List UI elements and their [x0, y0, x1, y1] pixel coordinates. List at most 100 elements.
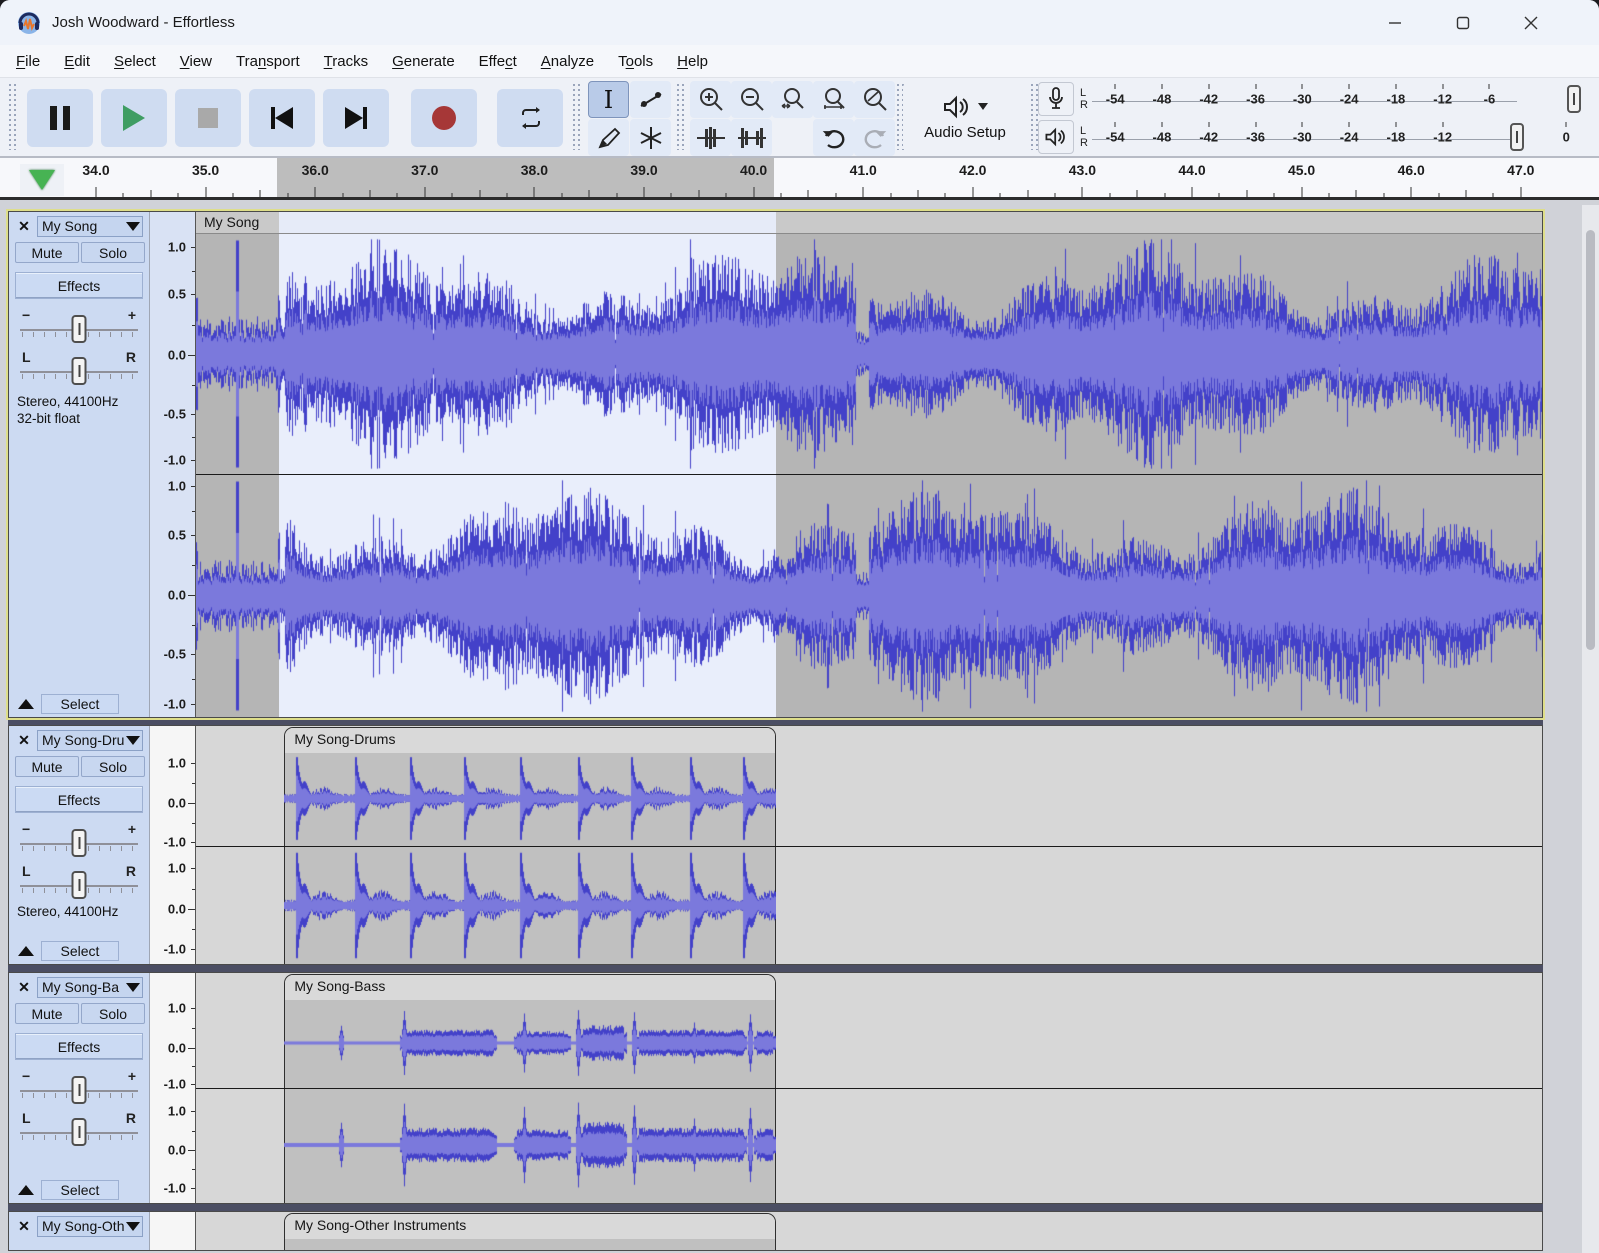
meter-volume-slider-handle[interactable] — [1510, 123, 1524, 151]
fit-project-button[interactable] — [813, 81, 854, 118]
toolbar-grip[interactable] — [572, 84, 581, 150]
menu-transport[interactable]: Transport — [224, 49, 312, 74]
menu-view[interactable]: View — [168, 49, 224, 74]
pan-slider-handle[interactable] — [72, 871, 87, 899]
track2-select-button[interactable]: Select — [41, 941, 119, 961]
track1-wave-area[interactable]: My Song — [195, 212, 1542, 717]
track1-close-button[interactable]: ✕ — [13, 216, 35, 236]
menu-analyze[interactable]: Analyze — [529, 49, 606, 74]
track4-close-button[interactable]: ✕ — [13, 1216, 35, 1236]
menu-file[interactable]: File — [4, 49, 52, 74]
track2-close-button[interactable]: ✕ — [13, 730, 35, 750]
track4-clip-title[interactable]: My Song-Other Instruments — [294, 1217, 466, 1233]
track-separator[interactable] — [8, 965, 1543, 972]
menu-tracks[interactable]: Tracks — [312, 49, 380, 74]
track4-name-menu[interactable]: My Song-Oth — [37, 1216, 143, 1237]
track2-waveform-right[interactable] — [284, 847, 776, 964]
menu-select[interactable]: Select — [102, 49, 168, 74]
track2-pan-slider[interactable]: L R — [20, 867, 138, 897]
menu-generate[interactable]: Generate — [380, 49, 467, 74]
play-button[interactable] — [101, 89, 167, 147]
track2-solo-button[interactable]: Solo — [81, 756, 145, 777]
track1-waveform-right[interactable] — [196, 475, 1542, 717]
track3-clip-title[interactable]: My Song-Bass — [294, 978, 385, 994]
track3-mute-button[interactable]: Mute — [15, 1003, 79, 1024]
maximize-button[interactable] — [1440, 6, 1486, 39]
track2-mute-button[interactable]: Mute — [15, 756, 79, 777]
skip-to-start-button[interactable] — [249, 89, 315, 147]
playback-meter[interactable]: LR -54-48-42-36-30-24-18-120 — [1038, 118, 1586, 156]
recording-meter[interactable]: LR -54-48-42-36-30-24-18-12-6 — [1038, 80, 1586, 118]
track-my-song-drums[interactable]: ✕ My Song-Dru Mute Solo Effects − + L R — [8, 725, 1543, 965]
track2-collapse-button[interactable] — [13, 941, 39, 961]
toolbar-grip[interactable] — [8, 84, 17, 150]
track-my-song-other[interactable]: ✕ My Song-Oth My Song-Other Instruments — [8, 1211, 1543, 1251]
track3-waveform-left[interactable] — [284, 999, 776, 1087]
track3-waveform-right[interactable] — [284, 1089, 776, 1201]
track1-name-menu[interactable]: My Song — [37, 216, 143, 237]
track3-wave-area[interactable]: My Song-Bass — [195, 973, 1542, 1203]
track-separator[interactable] — [8, 718, 1543, 725]
track3-name-menu[interactable]: My Song-Ba — [37, 977, 143, 998]
multi-tool-button[interactable] — [630, 119, 671, 156]
draw-tool-button[interactable] — [588, 119, 629, 156]
zoom-toggle-button[interactable] — [854, 81, 895, 118]
track2-name-menu[interactable]: My Song-Dru — [37, 730, 143, 751]
record-meter-scale[interactable]: -54-48-42-36-30-24-18-12-6 — [1092, 80, 1586, 118]
track4-wave-area[interactable]: My Song-Other Instruments — [195, 1212, 1542, 1250]
track-separator[interactable] — [8, 1204, 1543, 1211]
track-my-song[interactable]: ✕ My Song Mute Solo Effects − + L R — [8, 211, 1543, 718]
track3-effects-button[interactable]: Effects — [15, 1033, 143, 1060]
redo-button[interactable] — [854, 119, 895, 156]
undo-button[interactable] — [813, 119, 854, 156]
menu-effect[interactable]: Effect — [467, 49, 529, 74]
track3-collapse-button[interactable] — [13, 1180, 39, 1200]
track3-vertical-ruler[interactable]: 1.00.0-1.01.00.0-1.0 — [149, 973, 195, 1203]
loop-button[interactable] — [497, 89, 563, 147]
gain-slider-handle[interactable] — [72, 1076, 87, 1104]
track2-clip-title[interactable]: My Song-Drums — [294, 731, 395, 747]
zoom-in-button[interactable] — [690, 81, 731, 118]
track3-pan-slider[interactable]: L R — [20, 1114, 138, 1144]
track2-effects-button[interactable]: Effects — [15, 786, 143, 813]
track3-close-button[interactable]: ✕ — [13, 977, 35, 997]
pinned-playhead-button[interactable] — [20, 164, 64, 196]
track1-clip-title[interactable]: My Song — [204, 214, 259, 230]
fit-selection-button[interactable] — [772, 81, 813, 118]
track1-vertical-ruler[interactable]: 1.00.50.0-0.5-1.01.00.50.0-0.5-1.0 — [149, 212, 195, 717]
track3-solo-button[interactable]: Solo — [81, 1003, 145, 1024]
record-meter-button[interactable] — [1038, 82, 1074, 116]
track2-gain-slider[interactable]: − + — [20, 825, 138, 855]
record-button[interactable] — [411, 89, 477, 147]
track4-vertical-ruler[interactable] — [149, 1212, 195, 1250]
stop-button[interactable] — [175, 89, 241, 147]
audio-setup-button[interactable]: Audio Setup — [903, 82, 1027, 152]
scrollbar-thumb[interactable] — [1586, 230, 1595, 650]
gain-slider-handle[interactable] — [72, 315, 87, 343]
gain-slider-handle[interactable] — [72, 829, 87, 857]
toolbar-grip[interactable] — [676, 84, 685, 150]
meter-volume-slider-handle[interactable] — [1567, 85, 1581, 113]
track1-waveform-left[interactable] — [196, 234, 1542, 474]
envelope-tool-button[interactable] — [630, 81, 671, 118]
menu-edit[interactable]: Edit — [52, 49, 102, 74]
track1-pan-slider[interactable]: L R — [20, 353, 138, 383]
menu-help[interactable]: Help — [665, 49, 720, 74]
track2-wave-area[interactable]: My Song-Drums — [195, 726, 1542, 964]
track2-vertical-ruler[interactable]: 1.00.0-1.01.00.0-1.0 — [149, 726, 195, 964]
trim-audio-button[interactable] — [690, 119, 731, 156]
skip-to-end-button[interactable] — [323, 89, 389, 147]
track1-clip-header[interactable] — [196, 212, 1542, 234]
pan-slider-handle[interactable] — [72, 1118, 87, 1146]
timeline-ruler[interactable]: 34.035.036.037.038.039.040.041.042.043.0… — [0, 158, 1599, 200]
track1-mute-button[interactable]: Mute — [15, 242, 79, 263]
track3-gain-slider[interactable]: − + — [20, 1072, 138, 1102]
play-meter-scale[interactable]: -54-48-42-36-30-24-18-120 — [1092, 118, 1586, 156]
track1-select-button[interactable]: Select — [41, 694, 119, 714]
track1-gain-slider[interactable]: − + — [20, 311, 138, 341]
zoom-out-button[interactable] — [731, 81, 772, 118]
track3-select-button[interactable]: Select — [41, 1180, 119, 1200]
pan-slider-handle[interactable] — [72, 357, 87, 385]
play-meter-button[interactable] — [1038, 120, 1074, 154]
menu-tools[interactable]: Tools — [606, 49, 665, 74]
